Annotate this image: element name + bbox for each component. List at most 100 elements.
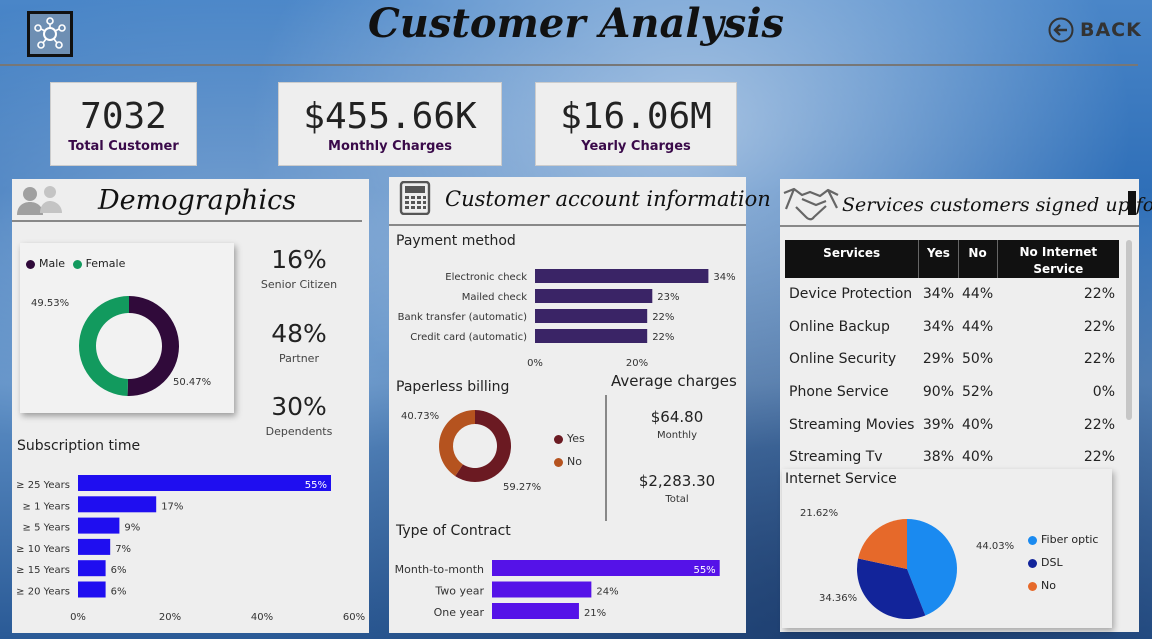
bar [535,269,709,283]
legend-item-fiber: Fiber optic [1028,528,1098,551]
bar-label: Bank transfer (automatic) [398,312,527,323]
services-title: Services customers signed up for [842,194,1152,216]
bar [78,475,331,491]
legend-dot-fiber [1028,535,1037,545]
cell-yes: 29% [922,351,954,368]
table-scrollbar[interactable] [1126,240,1132,420]
stat-value: 48% [271,319,327,348]
bar-value-label: 6% [111,565,127,576]
demographics-title: Demographics [98,185,297,216]
stat-partner: 48% Partner [248,319,350,365]
bar-label: ≥ 15 Years [16,565,70,576]
subscription-bar-chart: ≥ 25 Years 55% ≥ 1 Years 17% ≥ 5 Years 9% ≥ 10… [16,475,365,623]
cell-no: 44% [962,286,994,303]
legend-yes: Yes [567,432,585,445]
cell-service: Online Security [789,351,897,368]
divider [12,220,362,222]
payment-title: Payment method [396,233,516,249]
table-row: Phone Service 90% 52% 0% [785,376,1119,409]
legend-item-no: No [1028,574,1098,597]
axis-tick-label: 60% [343,612,365,623]
services-panel: Services customers signed up for Service… [780,179,1152,467]
bar-label: ≥ 5 Years [23,523,70,534]
col-yes[interactable]: Yes [918,240,959,278]
donut-slice-female [79,296,129,396]
divider [389,224,746,226]
avg-total-value: $2,283.30 [638,472,716,490]
kpi-label: Monthly Charges [328,139,452,154]
divider [780,225,1139,227]
bar-value-label: 24% [596,587,618,598]
stat-value: 30% [271,392,327,421]
cell-yes: 34% [922,318,954,335]
table-header-row: Services Yes No No Internet Service [785,240,1119,278]
demographics-panel: Demographics Male Female 49.53% 50.47% 1… [12,179,369,633]
col-services[interactable]: Services [785,240,920,278]
bar-value-label: 55% [305,480,327,491]
legend-dot-no [554,457,563,467]
bar-value-label: 22% [652,332,674,343]
bar-value-label: 22% [652,312,674,323]
paperless-no-pct: 40.73% [401,411,440,422]
kpi-label: Yearly Charges [581,139,691,154]
axis-tick-label: 20% [626,358,648,369]
paperless-legend: Yes No [554,432,585,468]
bar-value-label: 17% [161,501,183,512]
cell-yes: 39% [922,416,954,433]
avg-monthly-label: Monthly [656,430,698,441]
cell-yes: 90% [922,384,954,401]
axis-tick-label: 0% [70,612,86,623]
paperless-yes-pct: 59.27% [503,482,542,493]
bar [492,581,592,598]
header-divider [0,64,1138,66]
cell-service: Streaming Movies [789,416,915,433]
bar [78,496,157,513]
internet-legend: Fiber optic DSL No [1028,528,1098,597]
col-no[interactable]: No [958,240,998,278]
payment-bar-chart: Electronic check 34% Mailed check 23% Bank t… [398,269,736,369]
cell-service: Online Backup [789,318,890,335]
cell-no-internet: 22% [1083,318,1115,335]
kpi-label: Total Customer [68,139,179,154]
donut-slice-male [127,296,179,396]
legend-item-no: No [554,455,585,468]
table-row: Online Security 29% 50% 22% [785,343,1119,376]
subscription-title: Subscription time [17,438,141,454]
stat-value: 16% [271,245,327,274]
bar-label: ≥ 25 Years [16,480,70,491]
avg-total: $2,283.30 Total [617,472,737,505]
donut-slice-no [439,410,475,477]
legend-no: No [567,455,582,468]
bar-label: ≥ 1 Years [23,501,70,512]
pie-fiber-label: 44.03% [976,541,1015,552]
back-button[interactable]: BACK [1048,17,1142,43]
cell-no-internet: 0% [1092,384,1115,401]
kpi-value: $455.66K [303,96,477,137]
female-pct-label: 49.53% [31,298,70,309]
kpi-total-customer: 7032 Total Customer [50,82,197,166]
bar-value-label: 7% [115,544,131,555]
stat-dependents: 30% Dependents [248,392,350,438]
bar-value-label: 9% [124,523,140,534]
bar-label: Credit card (automatic) [410,332,527,343]
bar-label: ≥ 10 Years [16,544,70,555]
bar [492,603,579,619]
calculator-icon [399,180,431,219]
avg-monthly-value: $64.80 [650,408,704,426]
average-title: Average charges [611,372,737,390]
contract-title: Type of Contract [396,523,511,539]
cell-no: 40% [962,416,994,433]
paperless-title: Paperless billing [396,379,510,395]
male-pct-label: 50.47% [173,377,212,388]
gender-chart-card: Male Female 49.53% 50.47% [20,243,234,413]
legend-dot-no [1028,581,1037,591]
col-no-internet[interactable]: No Internet Service [997,240,1119,278]
bar [78,517,120,534]
internet-panel: Internet Service 21.62% 44.03% 34.36% Fi… [780,467,1139,632]
table-row: Streaming Movies 39% 40% 22% [785,408,1119,441]
kpi-monthly-charges: $455.66K Monthly Charges [278,82,502,166]
bar [535,309,648,323]
bar [78,581,106,598]
legend-no: No [1041,579,1056,592]
people-icon [14,183,64,221]
